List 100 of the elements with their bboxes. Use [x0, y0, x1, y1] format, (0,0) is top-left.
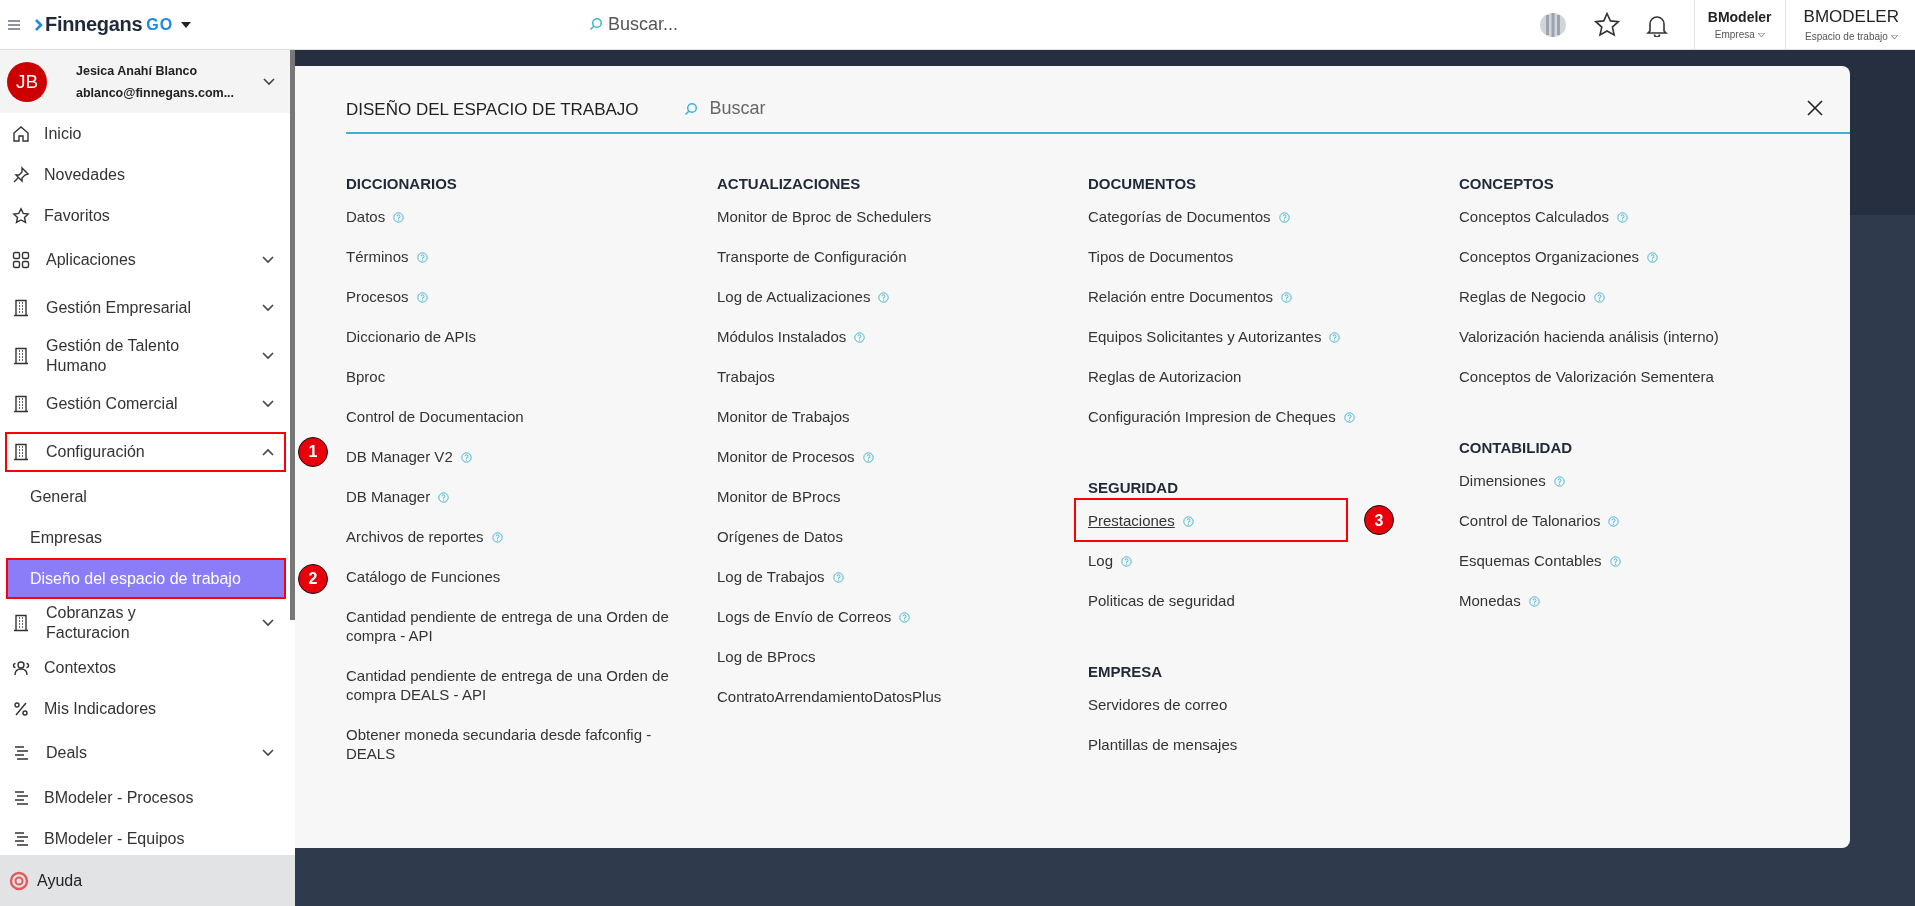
menu-link[interactable]: ContratoArrendamientoDatosPlus — [717, 686, 942, 706]
close-icon[interactable] — [1807, 100, 1823, 116]
help-icon[interactable] — [1609, 555, 1621, 567]
nav-item[interactable]: Gestión de Talento Humano — [5, 336, 286, 376]
menu-link[interactable]: Bproc — [346, 366, 386, 386]
menu-link[interactable]: Politicas de seguridad — [1088, 590, 1235, 610]
menu-link[interactable]: Dimensiones — [1459, 470, 1546, 490]
company-selector[interactable]: BModeler Empresa — [1693, 0, 1785, 49]
help-icon[interactable] — [899, 611, 911, 623]
help-icon[interactable] — [491, 531, 503, 543]
menu-link[interactable]: Términos — [346, 246, 409, 266]
menu-link[interactable]: Monitor de BProcs — [717, 486, 841, 506]
help-icon[interactable] — [862, 451, 874, 463]
menu-link[interactable]: Reglas de Autorizacion — [1088, 366, 1242, 386]
menu-link[interactable]: Categorías de Documentos — [1088, 206, 1271, 226]
menu-link[interactable]: Conceptos Calculados — [1459, 206, 1610, 226]
section-heading: CONCEPTOS — [1459, 174, 1555, 194]
scrollbar[interactable] — [290, 50, 295, 620]
nav-item[interactable]: Mis Indicadores — [5, 688, 286, 729]
nav-item[interactable]: Novedades — [5, 154, 286, 195]
help-icon[interactable] — [1281, 291, 1293, 303]
menu-link[interactable]: Equipos Solicitantes y Autorizantes — [1088, 326, 1322, 346]
menu-link[interactable]: Log de Trabajos — [717, 566, 825, 586]
menu-link[interactable]: Catálogo de Funciones — [346, 566, 501, 586]
chevron-down-icon[interactable] — [263, 77, 275, 86]
nav-item[interactable]: Favoritos — [5, 195, 286, 236]
help-icon[interactable] — [1608, 515, 1620, 527]
menu-link[interactable]: Plantillas de mensajes — [1088, 734, 1238, 754]
caret-icon[interactable] — [181, 21, 192, 28]
help-icon[interactable] — [854, 331, 866, 343]
menu-link[interactable]: Obtener moneda secundaria desde fafconfig - DEALS — [346, 724, 676, 763]
menu-link[interactable]: Cantidad pendiente de entrega de una Orden de compra DEALS - API — [346, 665, 676, 704]
nav-item[interactable]: Gestión Comercial — [5, 384, 286, 424]
menu-link[interactable]: Esquemas Contables — [1459, 550, 1602, 570]
star-icon[interactable] — [1593, 12, 1620, 37]
menu-link[interactable]: Orígenes de Datos — [717, 526, 843, 546]
nav-item[interactable]: BModeler - Procesos — [5, 777, 286, 818]
search-field[interactable]: Buscar... — [580, 7, 1153, 41]
menu-link[interactable]: Relación entre Documentos — [1088, 286, 1274, 306]
menu-link[interactable]: Tipos de Documentos — [1088, 246, 1234, 266]
help-icon[interactable] — [1121, 555, 1133, 567]
help-icon[interactable] — [1329, 331, 1341, 343]
help-icon[interactable] — [1617, 211, 1629, 223]
selector-value: BMODELER — [1803, 7, 1899, 27]
nav-item[interactable]: Aplicaciones — [5, 240, 286, 280]
menu-link[interactable]: Log de Actualizaciones — [717, 286, 871, 306]
menu-link[interactable]: Control de Talonarios — [1459, 510, 1601, 530]
menu-link[interactable]: Monedas — [1459, 590, 1521, 610]
menu-link[interactable]: Cantidad pendiente de entrega de una Orden de compra - API — [346, 606, 676, 645]
sphere-icon[interactable] — [1537, 11, 1568, 38]
menu-link[interactable]: Conceptos Organizaciones — [1459, 246, 1640, 266]
nav-item[interactable]: Empresas — [0, 517, 286, 558]
help-icon[interactable] — [1593, 291, 1605, 303]
menu-link[interactable]: Control de Documentacion — [346, 406, 524, 426]
menu-link[interactable]: Datos — [346, 206, 386, 226]
menu-link[interactable]: Servidores de correo — [1088, 694, 1228, 714]
menu-link[interactable]: Monitor de Bproc de Schedulers — [717, 206, 932, 226]
nav-item[interactable]: Gestión Empresarial — [5, 288, 286, 328]
menu-link[interactable]: Reglas de Negocio — [1459, 286, 1586, 306]
nav-item[interactable]: Inicio — [5, 113, 286, 154]
menu-link[interactable]: DB Manager — [346, 486, 431, 506]
nav-item[interactable]: Cobranzas y Facturacion — [5, 603, 286, 643]
menu-link[interactable]: Archivos de reportes — [346, 526, 484, 546]
menu-link[interactable]: Logs de Envío de Correos — [717, 606, 892, 626]
menu-link[interactable]: Transporte de Configuración — [717, 246, 907, 266]
help-icon[interactable] — [1528, 595, 1540, 607]
menu-link[interactable]: DB Manager V2 — [346, 446, 453, 466]
menu-link[interactable]: Procesos — [346, 286, 409, 306]
help-icon[interactable] — [1182, 515, 1194, 527]
menu-link[interactable]: Monitor de Procesos — [717, 446, 855, 466]
nav-item[interactable]: Deals — [5, 733, 286, 773]
menu-link[interactable]: Prestaciones — [1088, 510, 1175, 530]
help-icon[interactable] — [416, 251, 428, 263]
step-badge: 3 — [1364, 505, 1394, 535]
help-icon[interactable] — [1647, 251, 1659, 263]
menu-link[interactable]: Monitor de Trabajos — [717, 406, 850, 426]
logo[interactable]: Finnegans GO — [34, 13, 174, 36]
menu-link[interactable]: Configuración Impresion de Cheques — [1088, 406, 1336, 426]
menu-icon[interactable] — [8, 19, 20, 30]
help-icon[interactable] — [1343, 411, 1355, 423]
workspace-selector[interactable]: BMODELER Espacio de trabajo — [1784, 0, 1915, 49]
menu-link[interactable]: Trabajos — [717, 366, 775, 386]
nav-item[interactable]: Contextos — [5, 647, 286, 688]
search-field[interactable]: Buscar — [707, 97, 984, 120]
help-button[interactable]: Ayuda — [0, 855, 295, 906]
help-icon[interactable] — [438, 491, 450, 503]
menu-link[interactable]: Módulos Instalados — [717, 326, 847, 346]
help-icon[interactable] — [1553, 475, 1565, 487]
menu-link[interactable]: Log de BProcs — [717, 646, 816, 666]
nav-item[interactable]: General — [0, 476, 286, 517]
menu-link[interactable]: Log — [1088, 550, 1114, 570]
menu-link[interactable]: Conceptos de Valorización Sementera — [1459, 366, 1714, 386]
help-icon[interactable] — [460, 451, 472, 463]
menu-link[interactable]: Valorización hacienda análisis (interno) — [1459, 326, 1719, 346]
help-icon[interactable] — [878, 291, 890, 303]
help-icon[interactable] — [393, 211, 405, 223]
menu-link[interactable]: Diccionario de APIs — [346, 326, 477, 346]
help-icon[interactable] — [416, 291, 428, 303]
help-icon[interactable] — [832, 571, 844, 583]
help-icon[interactable] — [1278, 211, 1290, 223]
